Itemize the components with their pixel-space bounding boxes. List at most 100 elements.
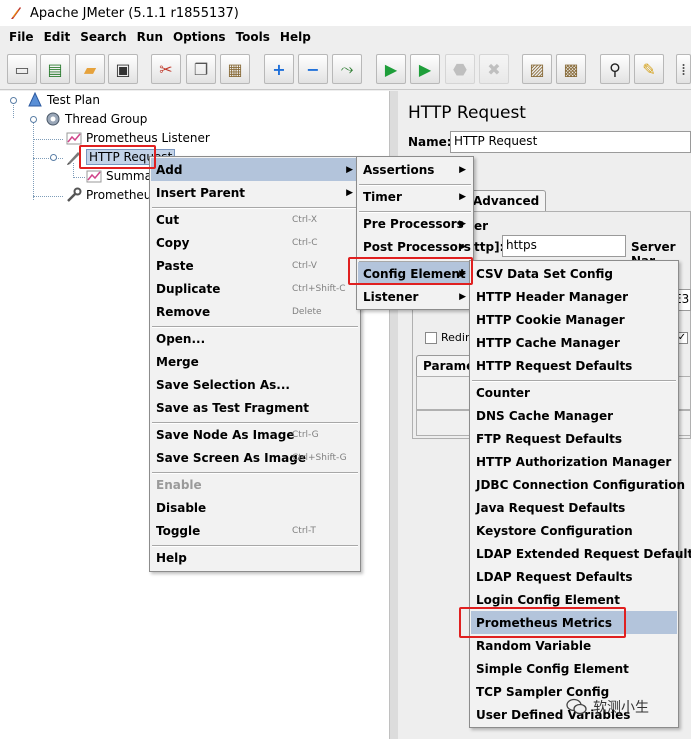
menu-file[interactable]: File xyxy=(4,30,39,44)
menu-item-paste[interactable]: Paste Ctrl-V xyxy=(151,254,359,277)
submenu-arrow-icon: ▶ xyxy=(459,218,466,229)
clear-button[interactable]: ▨ xyxy=(522,54,552,84)
menu-item-remove[interactable]: Remove Delete xyxy=(151,300,359,323)
menu-item-counter[interactable]: Counter xyxy=(471,381,677,404)
tree-expand-toggle[interactable] xyxy=(50,154,57,161)
menu-item-ldap-extended-request-defaults[interactable]: LDAP Extended Request Defaults xyxy=(471,542,691,565)
gear-icon xyxy=(45,111,61,127)
menu-item-cut[interactable]: Cut Ctrl-X xyxy=(151,208,359,231)
menu-item-keystore-configuration[interactable]: Keystore Configuration xyxy=(471,519,677,542)
clear-all-button[interactable]: ▩ xyxy=(556,54,586,84)
reset-search-button[interactable]: ✎ xyxy=(634,54,664,84)
menu-tools[interactable]: Tools xyxy=(231,30,275,44)
tab-advanced[interactable]: Advanced xyxy=(466,190,547,212)
search-button[interactable]: ⚲ xyxy=(600,54,630,84)
toggle-button[interactable]: ⤳ xyxy=(332,54,362,84)
tree-expand-toggle[interactable] xyxy=(10,97,17,104)
templates-icon: ▤ xyxy=(47,59,63,79)
menu-item-jdbc-connection-configuration[interactable]: JDBC Connection Configuration xyxy=(471,473,685,496)
menu-item-dns-cache-manager[interactable]: DNS Cache Manager xyxy=(471,404,677,427)
menu-item-config-element[interactable]: Config Element ▶ xyxy=(358,262,472,285)
submenu-arrow-icon: ▶ xyxy=(459,291,466,302)
menu-item-save-as-test-fragment[interactable]: Save as Test Fragment xyxy=(151,396,359,419)
submenu-arrow-icon: ▶ xyxy=(459,191,466,202)
menu-item-duplicate[interactable]: Duplicate Ctrl+Shift-C xyxy=(151,277,359,300)
tree-node-label: Prometheus Listener xyxy=(86,131,210,145)
tree-node-test-plan[interactable]: Test Plan xyxy=(27,92,100,108)
menu-item-http-cache-manager[interactable]: HTTP Cache Manager xyxy=(471,331,677,354)
menu-item-save-screen-as-image[interactable]: Save Screen As Image Ctrl+Shift-G xyxy=(151,446,359,469)
menu-item-label: Timer xyxy=(363,189,402,204)
shutdown-button[interactable]: ✖ xyxy=(479,54,509,84)
new-button[interactable]: ▭ xyxy=(7,54,37,84)
menu-item-csv-data-set-config[interactable]: CSV Data Set Config xyxy=(471,262,677,285)
menu-item-disable[interactable]: Disable xyxy=(151,496,359,519)
tree-connector xyxy=(33,158,63,159)
start-no-pauses-button[interactable]: ▶ xyxy=(410,54,440,84)
menu-item-timer[interactable]: Timer ▶ xyxy=(358,185,472,208)
redirect-checkbox[interactable] xyxy=(425,332,437,344)
menu-item-http-cookie-manager[interactable]: HTTP Cookie Manager xyxy=(471,308,677,331)
menu-item-login-config-element[interactable]: Login Config Element xyxy=(471,588,677,611)
start-button[interactable]: ▶ xyxy=(376,54,406,84)
menu-item-listener[interactable]: Listener ▶ xyxy=(358,285,472,308)
tree-node-prometheus-listener[interactable]: Prometheus Listener xyxy=(66,130,210,146)
menu-help[interactable]: Help xyxy=(275,30,316,44)
menu-item-shortcut: Ctrl+Shift-G xyxy=(292,452,347,463)
open-button[interactable]: ▰ xyxy=(75,54,105,84)
menu-item-http-header-manager[interactable]: HTTP Header Manager xyxy=(471,285,677,308)
menu-item-http-authorization-manager[interactable]: HTTP Authorization Manager xyxy=(471,450,677,473)
save-button[interactable]: ▣ xyxy=(108,54,138,84)
tree-node-thread-group[interactable]: Thread Group xyxy=(45,111,147,127)
menu-item-pre-processors[interactable]: Pre Processors ▶ xyxy=(358,212,472,235)
menu-item-label: HTTP Cache Manager xyxy=(476,335,620,350)
menu-item-copy[interactable]: Copy Ctrl-C xyxy=(151,231,359,254)
menu-item-http-request-defaults[interactable]: HTTP Request Defaults xyxy=(471,354,677,377)
menu-item-post-processors[interactable]: Post Processors ▶ xyxy=(358,235,472,258)
collapse-all-button[interactable]: − xyxy=(298,54,328,84)
name-input[interactable]: HTTP Request xyxy=(450,131,691,153)
menu-item-label: DNS Cache Manager xyxy=(476,408,614,423)
tree-expand-toggle[interactable] xyxy=(30,116,37,123)
listener-chart-icon xyxy=(86,168,102,184)
menu-item-label: Pre Processors xyxy=(363,216,464,231)
menu-item-simple-config-element[interactable]: Simple Config Element xyxy=(471,657,677,680)
menu-item-assertions[interactable]: Assertions ▶ xyxy=(358,158,472,181)
stop-button[interactable]: ⬣ xyxy=(445,54,475,84)
menu-item-label: HTTP Authorization Manager xyxy=(476,454,672,469)
menu-item-save-node-as-image[interactable]: Save Node As Image Ctrl-G xyxy=(151,423,359,446)
menu-item-label: Listener xyxy=(363,289,419,304)
menu-item-label: HTTP Request Defaults xyxy=(476,358,633,373)
menu-item-ftp-request-defaults[interactable]: FTP Request Defaults xyxy=(471,427,677,450)
menu-options[interactable]: Options xyxy=(168,30,231,44)
menu-edit[interactable]: Edit xyxy=(39,30,76,44)
menu-item-shortcut: Ctrl-T xyxy=(292,525,316,536)
web-server-section-label: er xyxy=(474,219,489,233)
tree-node-summary-report[interactable]: Summa xyxy=(86,168,152,184)
menu-item-prometheus-metrics[interactable]: Prometheus Metrics xyxy=(471,611,677,634)
menu-item-merge[interactable]: Merge xyxy=(151,350,359,373)
copy-button[interactable]: ❐ xyxy=(186,54,216,84)
menu-item-ldap-request-defaults[interactable]: LDAP Request Defaults xyxy=(471,565,677,588)
tree-node-prometheus-other[interactable]: Prometheu xyxy=(66,187,151,203)
cut-button[interactable]: ✂ xyxy=(151,54,181,84)
paste-button[interactable]: ▦ xyxy=(220,54,250,84)
templates-button[interactable]: ▤ xyxy=(40,54,70,84)
menu-item-save-selection-as[interactable]: Save Selection As... xyxy=(151,373,359,396)
protocol-input[interactable]: https xyxy=(502,235,626,257)
clear-all-icon: ▩ xyxy=(563,59,579,79)
menu-item-insert-parent[interactable]: Insert Parent ▶ xyxy=(151,181,359,204)
function-helper-button[interactable]: ⁞ xyxy=(676,54,691,84)
menu-item-open[interactable]: Open... xyxy=(151,327,359,350)
menu-item-label: Counter xyxy=(476,385,530,400)
menu-search[interactable]: Search xyxy=(75,30,131,44)
menu-item-add[interactable]: Add ▶ xyxy=(151,158,359,181)
menu-run[interactable]: Run xyxy=(132,30,168,44)
menu-item-help[interactable]: Help xyxy=(151,546,359,569)
expand-all-button[interactable]: + xyxy=(264,54,294,84)
menu-item-random-variable[interactable]: Random Variable xyxy=(471,634,677,657)
tree-connector xyxy=(33,196,63,197)
wechat-logo-icon xyxy=(566,698,587,715)
menu-item-toggle[interactable]: Toggle Ctrl-T xyxy=(151,519,359,542)
menu-item-java-request-defaults[interactable]: Java Request Defaults xyxy=(471,496,677,519)
